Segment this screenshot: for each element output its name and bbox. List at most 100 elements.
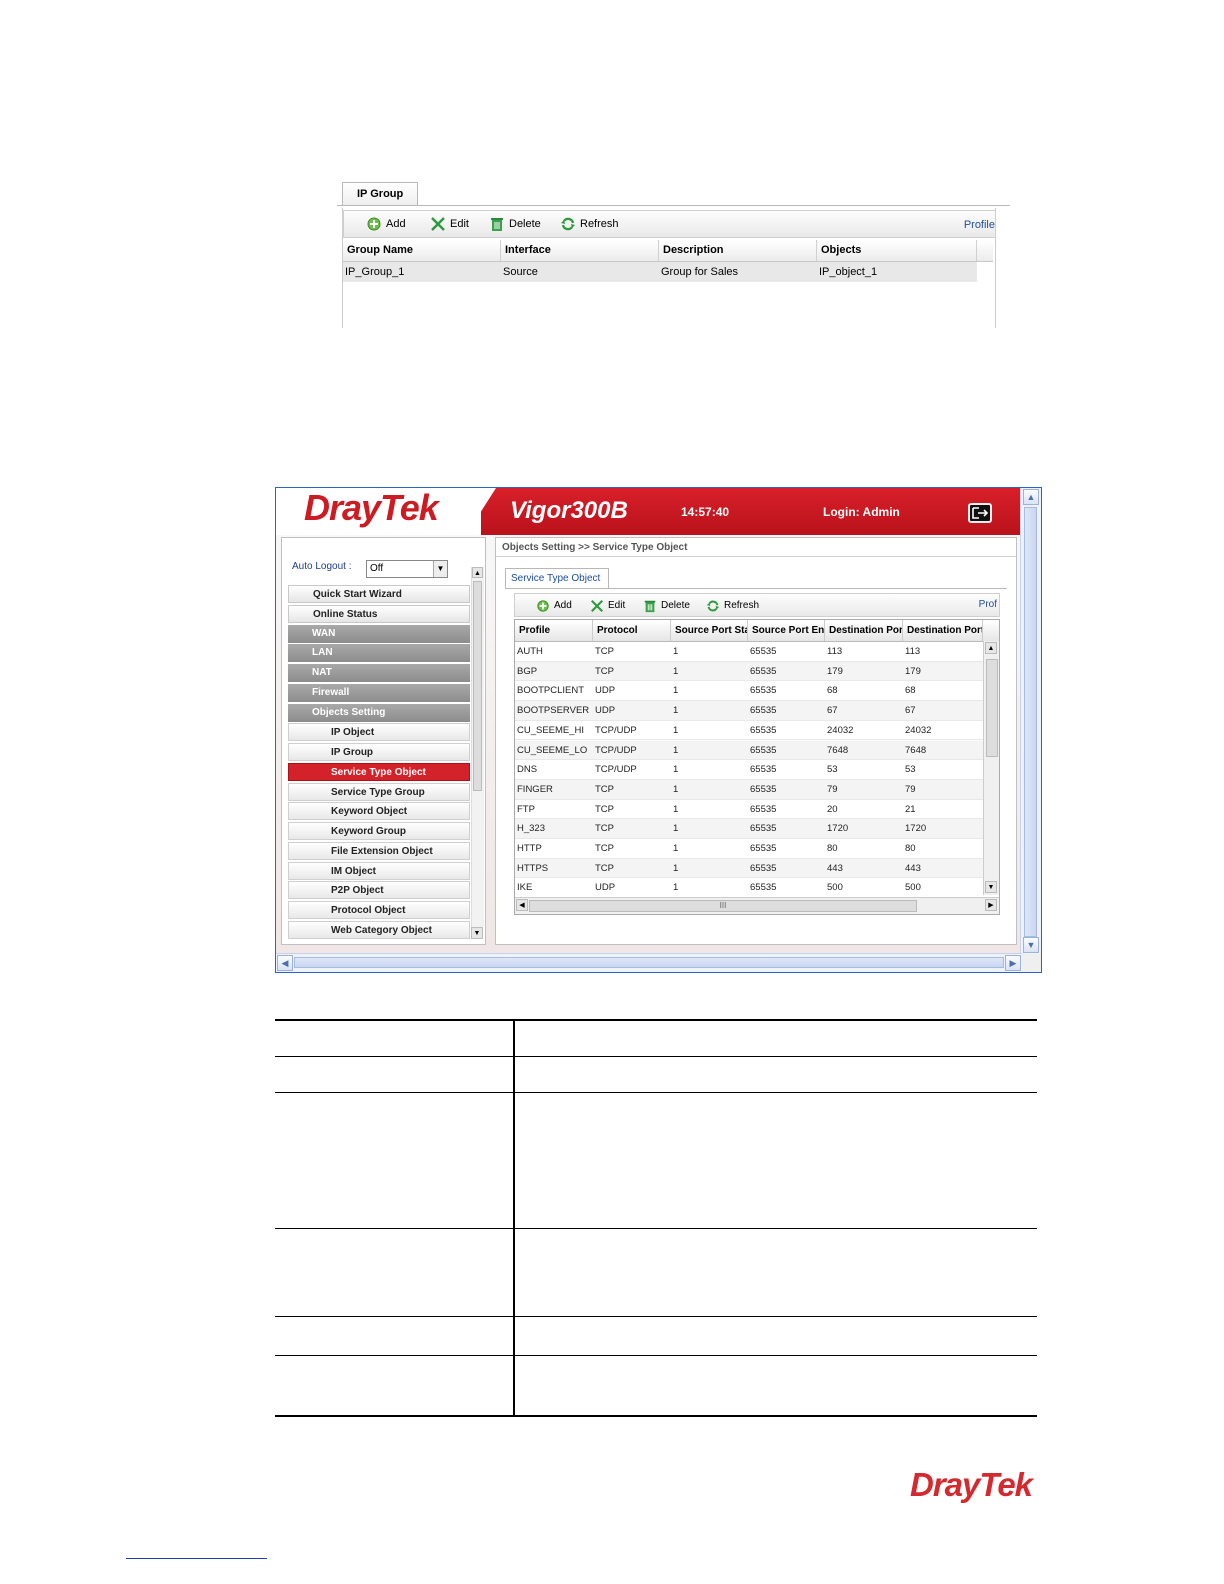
column-header-source-port-start[interactable]: Source Port Sta	[671, 620, 748, 641]
profile-link[interactable]: Profile	[964, 219, 995, 231]
table-scroll-right-icon[interactable]: ▶	[985, 899, 997, 911]
sidebar-item-web-category-object[interactable]: Web Category Object	[288, 920, 470, 939]
table-scroll-left-icon[interactable]: ◀	[516, 899, 528, 911]
cell-protocol: TCP	[595, 665, 614, 677]
table-row[interactable]: HTTP TCP 1 65535 80 80	[515, 839, 983, 859]
sidebar-item-file-extension-object[interactable]: File Extension Object	[288, 841, 470, 860]
table-row[interactable]: HTTPS TCP 1 65535 443 443	[515, 858, 983, 879]
column-header-destination-port-end[interactable]: Destination Port	[903, 620, 983, 641]
cell-profile: HTTP	[517, 843, 542, 854]
delete-button[interactable]: Delete	[643, 597, 690, 615]
sidebar-item-p2p-object[interactable]: P2P Object	[288, 881, 470, 900]
browser-vertical-scrollbar[interactable]: ▲ ▼	[1020, 488, 1041, 954]
delete-button[interactable]: Delete	[489, 215, 541, 233]
sidebar-item-quick-start-wizard[interactable]: Quick Start Wizard	[288, 585, 470, 603]
sidebar-item-keyword-object[interactable]: Keyword Object	[288, 802, 470, 821]
column-header-profile[interactable]: Profile	[515, 620, 593, 641]
table-row[interactable]: H_323 TCP 1 65535 1720 1720	[515, 819, 983, 839]
menu-scroll-down-icon[interactable]: ▼	[471, 927, 483, 939]
scroll-up-icon[interactable]: ▲	[1023, 489, 1039, 505]
table-row[interactable]: IKE UDP 1 65535 500 500	[515, 878, 983, 899]
table-scroll-thumb[interactable]	[986, 659, 998, 757]
profile-link[interactable]: Prof	[979, 599, 997, 610]
sidebar-item-service-type-object[interactable]: Service Type Object	[288, 762, 470, 781]
browser-horizontal-scrollbar[interactable]: ◀ ▶	[276, 953, 1022, 972]
cell-description: Group for Sales	[661, 266, 739, 278]
scroll-thumb[interactable]	[1024, 507, 1037, 937]
refresh-button[interactable]: Refresh	[560, 215, 619, 233]
cell-protocol: TCP	[595, 823, 614, 835]
table-vertical-scrollbar[interactable]: ▲ ▼	[983, 641, 999, 895]
sidebar-item-ip-object[interactable]: IP Object	[288, 723, 470, 742]
cell-objects: IP_object_1	[819, 266, 878, 278]
table-scroll-up-icon[interactable]: ▲	[985, 642, 997, 654]
sidebar-item-nat[interactable]: NAT	[288, 664, 470, 682]
sidebar-item-firewall[interactable]: Firewall	[288, 683, 470, 702]
tab-ip-group[interactable]: IP Group	[342, 182, 418, 206]
menu-scroll-up-icon[interactable]: ▲	[472, 567, 483, 578]
table-scroll-down-icon[interactable]: ▼	[985, 881, 997, 893]
hscroll-thumb[interactable]	[294, 957, 1004, 968]
column-header-interface[interactable]: Interface	[501, 240, 659, 261]
scroll-right-icon[interactable]: ▶	[1005, 955, 1021, 971]
service-type-table: Profile Protocol Source Port Sta Source …	[514, 619, 1000, 915]
menu-scroll-thumb[interactable]	[473, 581, 482, 791]
sidebar-item-lan[interactable]: LAN	[288, 644, 470, 663]
table-row[interactable]: CU_SEEME_LO TCP/UDP 1 65535 7648 7648	[515, 740, 983, 761]
cell-protocol: UDP	[595, 685, 616, 697]
sidebar-item-objects-setting[interactable]: Objects Setting	[288, 703, 470, 722]
sidebar-item-keyword-group[interactable]: Keyword Group	[288, 822, 470, 840]
cell-destination-port-end: 24032	[905, 724, 932, 736]
table-row[interactable]: FTP TCP 1 65535 20 21	[515, 800, 983, 820]
cell-source-port-end: 65535	[750, 823, 777, 835]
table-rule	[275, 1228, 1037, 1229]
column-header-destination-port-start[interactable]: Destination Por	[825, 620, 903, 641]
table-rule	[275, 1316, 1037, 1317]
cell-destination-port-start: 500	[827, 882, 843, 894]
table-row[interactable]: BOOTPSERVER UDP 1 65535 67 67	[515, 701, 983, 721]
column-header-protocol[interactable]: Protocol	[593, 620, 671, 641]
column-header-group-name[interactable]: Group Name	[343, 240, 501, 261]
cell-protocol: TCP/UDP	[595, 764, 637, 776]
refresh-icon	[706, 600, 720, 612]
sidebar-item-im-object[interactable]: IM Object	[288, 861, 470, 880]
edit-button[interactable]: Edit	[590, 597, 625, 615]
table-horizontal-scrollbar[interactable]: ◀ III ▶	[515, 897, 999, 914]
column-header-objects[interactable]: Objects	[817, 240, 977, 261]
menu-scrollbar[interactable]: ▲	[471, 567, 484, 927]
edit-button[interactable]: Edit	[430, 215, 469, 233]
cell-source-port-start: 1	[673, 665, 679, 677]
sidebar-item-ip-group[interactable]: IP Group	[288, 743, 470, 761]
trash-icon	[644, 600, 656, 613]
table-rule	[275, 1355, 1037, 1356]
tab-service-type-object[interactable]: Service Type Object	[505, 568, 609, 588]
table-row[interactable]: BGP TCP 1 65535 179 179	[515, 661, 983, 682]
table-row[interactable]: CU_SEEME_HI TCP/UDP 1 65535 24032 24032	[515, 721, 983, 741]
add-button[interactable]: Add	[536, 597, 572, 615]
table-row[interactable]: FINGER TCP 1 65535 79 79	[515, 779, 983, 800]
auto-logout-select[interactable]: Off ▼	[366, 560, 448, 578]
table-row[interactable]: DNS TCP/UDP 1 65535 53 53	[515, 760, 983, 780]
cell-protocol: TCP	[595, 783, 614, 795]
refresh-button[interactable]: Refresh	[706, 597, 759, 615]
cell-profile: AUTH	[517, 646, 543, 657]
cell-source-port-start: 1	[673, 685, 679, 697]
column-header-source-port-end[interactable]: Source Port Enc	[748, 620, 825, 641]
table-row[interactable]: BOOTPCLIENT UDP 1 65535 68 68	[515, 681, 983, 702]
scroll-left-icon[interactable]: ◀	[277, 955, 293, 971]
cell-destination-port-start: 1720	[827, 823, 849, 835]
table-hscroll-thumb[interactable]: III	[529, 900, 917, 912]
table-row[interactable]: AUTH TCP 1 65535 113 113	[515, 642, 983, 662]
sidebar-item-protocol-object[interactable]: Protocol Object	[288, 901, 470, 919]
cell-destination-port-end: 67	[905, 705, 916, 717]
cell-destination-port-end: 80	[905, 843, 916, 854]
ip-group-toolbar: Add Edit Delete Refresh Profile	[343, 210, 996, 238]
add-button[interactable]: Add	[366, 215, 406, 233]
column-header-description[interactable]: Description	[659, 240, 817, 261]
sidebar-item-service-type-group[interactable]: Service Type Group	[288, 782, 470, 801]
table-row[interactable]: IP_Group_1 Source Group for Sales IP_obj…	[343, 262, 977, 282]
sidebar-item-online-status[interactable]: Online Status	[288, 604, 470, 623]
logout-icon[interactable]	[968, 503, 992, 523]
scroll-down-icon[interactable]: ▼	[1023, 937, 1039, 953]
sidebar-item-wan[interactable]: WAN	[288, 624, 470, 643]
